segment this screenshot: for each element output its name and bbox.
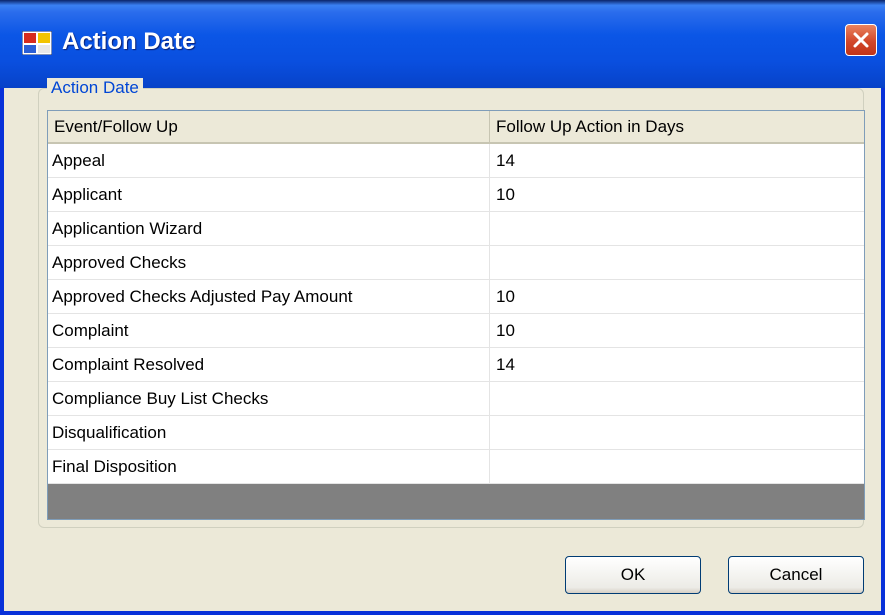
event-cell[interactable]: Applicant [48,178,490,211]
days-cell[interactable] [490,416,864,449]
table-row[interactable]: Appeal 14 [48,144,864,178]
close-icon [853,32,869,48]
close-button[interactable] [845,24,877,56]
window-title: Action Date [62,28,196,55]
days-cell[interactable] [490,246,864,279]
table-row[interactable]: Applicantion Wizard [48,212,864,246]
table-row[interactable]: Applicant 10 [48,178,864,212]
cancel-button[interactable]: Cancel [728,556,864,594]
table-row[interactable]: Compliance Buy List Checks [48,382,864,416]
event-cell[interactable]: Appeal [48,144,490,177]
days-cell[interactable]: 10 [490,178,864,211]
event-cell[interactable]: Disqualification [48,416,490,449]
table-row[interactable]: Final Disposition [48,450,864,484]
days-cell[interactable] [490,212,864,245]
event-cell[interactable]: Complaint Resolved [48,348,490,381]
table-row[interactable]: Approved Checks [48,246,864,280]
event-cell[interactable]: Approved Checks [48,246,490,279]
grid-rows: Appeal 14 Applicant 10 Applicantion Wiza… [48,144,864,484]
event-cell[interactable]: Complaint [48,314,490,347]
app-window-icon [21,30,53,56]
days-cell[interactable]: 10 [490,314,864,347]
days-cell[interactable]: 10 [490,280,864,313]
event-cell[interactable]: Approved Checks Adjusted Pay Amount [48,280,490,313]
days-cell[interactable] [490,450,864,483]
event-cell[interactable]: Applicantion Wizard [48,212,490,245]
action-date-grid[interactable]: Event/Follow Up Follow Up Action in Days… [47,110,865,520]
ok-button[interactable]: OK [565,556,701,594]
event-cell[interactable]: Compliance Buy List Checks [48,382,490,415]
table-row[interactable]: Disqualification [48,416,864,450]
days-cell[interactable]: 14 [490,348,864,381]
table-row[interactable]: Complaint Resolved 14 [48,348,864,382]
groupbox-legend: Action Date [47,78,143,98]
event-cell[interactable]: Final Disposition [48,450,490,483]
days-cell[interactable] [490,382,864,415]
days-cell[interactable]: 14 [490,144,864,177]
column-header-event[interactable]: Event/Follow Up [48,111,490,142]
column-header-days[interactable]: Follow Up Action in Days [490,111,864,142]
table-row[interactable]: Approved Checks Adjusted Pay Amount 10 [48,280,864,314]
title-bar[interactable]: Action Date [0,0,885,88]
action-date-dialog: Action Date Action Date Event/Follow Up … [0,0,885,615]
table-row[interactable]: Complaint 10 [48,314,864,348]
grid-header: Event/Follow Up Follow Up Action in Days [48,111,864,144]
